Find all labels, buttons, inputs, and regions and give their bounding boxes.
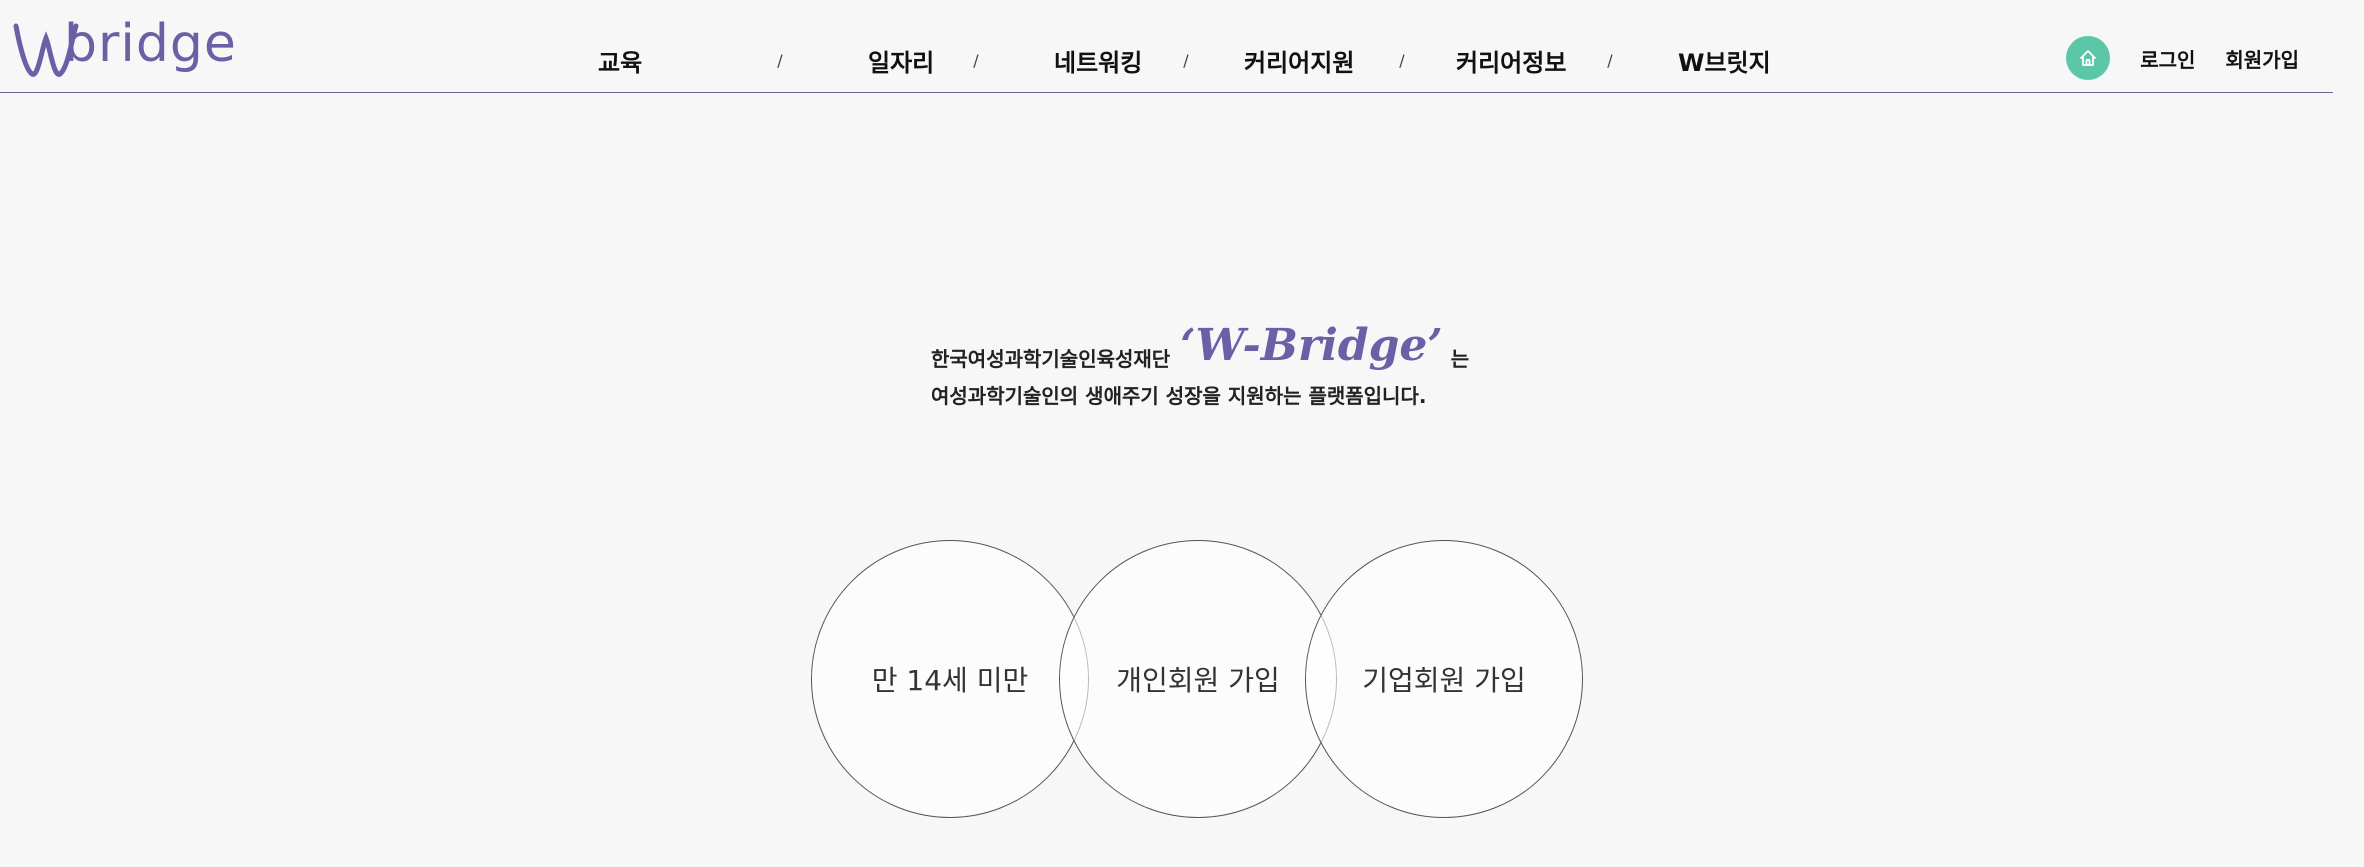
utility-menu: 로그인 회원가입 bbox=[2066, 36, 2299, 80]
logo-text: bridge bbox=[64, 14, 237, 74]
intro-section: 한국여성과학기술인육성재단 ‘W-Bridge’ 는 여성과학기술인의 생애주기… bbox=[931, 300, 1491, 409]
nav-separator: / bbox=[1607, 50, 1613, 70]
nav-item-career-support[interactable]: 커리어지원 bbox=[1206, 43, 1404, 78]
login-link[interactable]: 로그인 bbox=[2140, 44, 2195, 73]
intro-headline: 한국여성과학기술인육성재단 ‘W-Bridge’ 는 bbox=[931, 300, 1491, 372]
nav-separator: / bbox=[777, 50, 783, 70]
join-company-button[interactable]: 기업회원 가입 bbox=[1305, 540, 1583, 818]
nav-separator: / bbox=[1399, 50, 1405, 70]
nav-item-education[interactable]: 교육 bbox=[560, 43, 758, 78]
wbridge-logo[interactable]: bridge bbox=[12, 14, 236, 88]
join-options: 만 14세 미만 개인회원 가입 기업회원 가입 bbox=[811, 540, 1583, 820]
home-icon bbox=[2080, 50, 2097, 66]
brand-script: ‘W-Bridge’ bbox=[1180, 320, 1443, 371]
nav-item-career-info[interactable]: 커리어정보 bbox=[1422, 43, 1616, 78]
intro-description: 여성과학기술인의 생애주기 성장을 지원하는 플랫폼입니다. bbox=[931, 384, 1427, 408]
home-button[interactable] bbox=[2066, 36, 2111, 80]
join-under-14-button[interactable]: 만 14세 미만 bbox=[811, 540, 1089, 818]
signup-link[interactable]: 회원가입 bbox=[2225, 44, 2299, 73]
nav-separator: / bbox=[973, 50, 979, 70]
join-individual-button[interactable]: 개인회원 가입 bbox=[1059, 540, 1337, 818]
site-header: bridge 교육 / 일자리 / 네트워킹 / 커리어지원 / 커리어정보 /… bbox=[0, 0, 2333, 93]
nav-item-wbridge[interactable]: W브릿지 bbox=[1630, 43, 1798, 78]
intro-particle: 는 bbox=[1450, 347, 1470, 371]
org-name: 한국여성과학기술인육성재단 bbox=[931, 347, 1171, 371]
main-nav: 교육 / 일자리 / 네트워킹 / 커리어지원 / 커리어정보 / W브릿지 bbox=[560, 38, 1798, 82]
nav-separator: / bbox=[1183, 50, 1189, 70]
